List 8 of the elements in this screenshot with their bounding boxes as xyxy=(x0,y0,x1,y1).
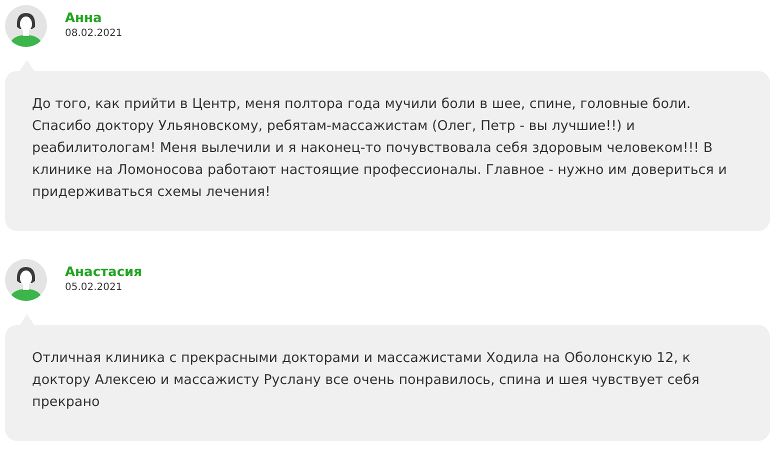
author-name: Анна xyxy=(65,11,103,26)
avatar-icon xyxy=(5,259,47,301)
avatar-icon xyxy=(5,5,47,47)
review-text: Отличная клиника с прекрасными докторами и массажистами Ходила на Оболонскую 12, к доктору Алексею и массажисту Руслану все очень понравилось, спина и шея чувствует себя прекрано xyxy=(32,349,700,412)
review-date: 05.02.2021 xyxy=(65,282,124,293)
review-date: 08.02.2021 xyxy=(65,28,122,39)
author-name: Анастасия xyxy=(65,265,142,280)
review-text: До того, как прийти в Центр, меня полтора года мучили боли в шее, спине, головные боли. Спасибо доктору Ульяновскому, ребятам-массажистам (Олег, Петр - вы лучшие!!) и реабилитологам! Меня вылечили и я наконец-то почувствовала себя здоровым человеком!!! В клинике на Ломоносова работают настоящие профессионалы. Главное - нужно им довериться и придерживаться схемы лечения! xyxy=(32,95,728,202)
